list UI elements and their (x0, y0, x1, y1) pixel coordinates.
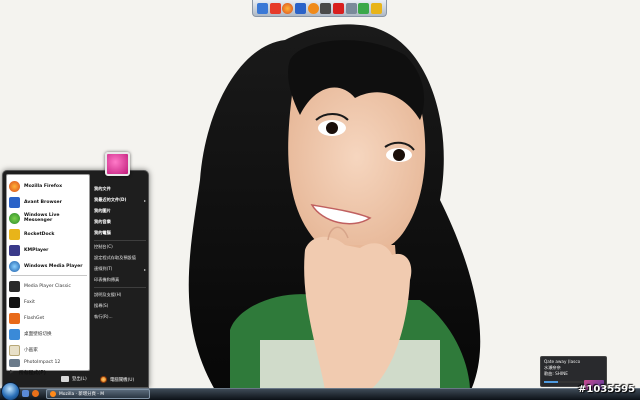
program-label: PhotoImpact 12 (24, 360, 61, 365)
place-my-documents[interactable]: 我的文件 (94, 185, 146, 193)
program-label: Mozilla Firefox (24, 183, 63, 189)
program-foxit[interactable]: Foxit (9, 294, 89, 310)
place-search[interactable]: 搜尋(S) (94, 302, 146, 310)
program-label: Windows Live Messenger (24, 213, 60, 223)
mpc-icon (9, 280, 20, 292)
place-label: 設定程式存取及預設值 (94, 255, 136, 260)
rocketdock-icon (9, 228, 20, 240)
notes-icon[interactable] (269, 2, 281, 14)
chevron-right-icon: ▸ (143, 197, 146, 203)
photoimpact-icon (9, 358, 20, 367)
arrow-right-icon: ▶ (10, 369, 14, 375)
place-label: 連線到(T) (94, 266, 113, 271)
program-flashget[interactable]: FlashGet (9, 310, 89, 326)
chevron-right-icon: ▸ (143, 266, 146, 272)
place-control-panel[interactable]: 控制台(C) (94, 243, 146, 251)
watermark: #1035595 (578, 384, 636, 395)
place-run[interactable]: 執行(R)... (94, 313, 146, 321)
program-media-player[interactable]: Windows Media Player (9, 258, 89, 274)
acrobat-icon[interactable] (332, 2, 344, 14)
program-label: Windows Media Player (24, 263, 83, 269)
avant-icon[interactable] (294, 2, 306, 14)
programs-pane: Mozilla Firefox Avant Browser Windows Li… (6, 174, 90, 376)
rocket-icon[interactable] (371, 2, 383, 14)
place-my-music[interactable]: 我的音樂 (94, 218, 146, 226)
power-icon (100, 376, 107, 383)
shutdown-label: 電腦關機(U) (110, 377, 135, 383)
taskbar-button-firefox[interactable]: Mozilla · 新增分頁 - M (46, 389, 150, 399)
wallpaper-icon (9, 328, 20, 340)
browser-icon[interactable] (307, 2, 319, 14)
user-avatar[interactable] (105, 152, 130, 176)
place-label: 我的圖片 (94, 208, 111, 213)
logoff-button[interactable]: 登出(L) (61, 376, 87, 382)
program-rocketdock[interactable]: RocketDock (9, 226, 89, 242)
all-programs-label: 所有程式(P) (18, 370, 46, 376)
places-divider (94, 240, 146, 241)
gadget-icon[interactable] (345, 2, 357, 14)
song-line: 歌曲: SHINE (544, 371, 568, 376)
avant-browser-icon (9, 196, 20, 208)
place-label: 控制台(C) (94, 244, 113, 249)
firefox-icon[interactable] (32, 390, 39, 397)
foxit-icon (9, 296, 20, 308)
firefox-icon[interactable] (282, 2, 294, 14)
program-firefox[interactable]: Mozilla Firefox (9, 178, 89, 194)
messenger-icon (9, 212, 20, 224)
logoff-icon (61, 376, 69, 382)
program-avant-browser[interactable]: Avant Browser (9, 194, 89, 210)
program-mpc[interactable]: Media Player Classic (9, 278, 89, 294)
shutdown-button[interactable]: 電腦關機(U) (100, 376, 134, 383)
place-label: 我的音樂 (94, 219, 111, 224)
photo-icon[interactable] (358, 2, 370, 14)
place-label: 搜尋(S) (94, 303, 109, 308)
program-wallpaper[interactable]: 桌面壁纸切换 (9, 326, 89, 342)
all-programs-button[interactable]: ▶ 所有程式(P) (10, 368, 88, 376)
place-program-access[interactable]: 設定程式存取及預設值 (94, 254, 146, 262)
program-kmplayer[interactable]: KMPlayer (9, 242, 89, 258)
place-my-pictures[interactable]: 我的圖片 (94, 207, 146, 215)
place-label: 我最近的文件(D) (94, 197, 127, 202)
task-label: Mozilla · 新增分頁 - M (59, 392, 105, 397)
program-label: 桌面壁纸切换 (24, 332, 52, 337)
logoff-label: 登出(L) (72, 377, 87, 382)
flashget-icon (9, 312, 20, 324)
place-label: 說明及支援(H) (94, 292, 122, 297)
firefox-icon (50, 391, 56, 397)
place-my-computer[interactable]: 我的電腦 (94, 229, 146, 237)
place-label: 我的文件 (94, 186, 111, 191)
start-button[interactable] (1, 382, 20, 400)
show-desktop-icon[interactable] (22, 390, 29, 397)
kmplayer-icon (9, 244, 20, 256)
places-divider (94, 287, 146, 288)
place-label: 我的電腦 (94, 230, 111, 235)
place-label: 印表機和傳真 (94, 277, 120, 282)
program-label: KMPlayer (24, 247, 49, 253)
finder-icon[interactable] (256, 2, 268, 14)
firefox-icon (9, 180, 20, 192)
program-messenger[interactable]: Windows Live Messenger (9, 210, 89, 226)
place-printers[interactable]: 印表機和傳真 (94, 276, 146, 284)
program-paint[interactable]: 小画家 (9, 342, 89, 358)
tool-icon[interactable] (320, 2, 332, 14)
program-label: Foxit (24, 299, 35, 305)
place-help[interactable]: 說明及支援(H) (94, 291, 146, 299)
start-menu: Mozilla Firefox Avant Browser Windows Li… (2, 170, 149, 388)
top-dock (252, 0, 387, 17)
program-label: 小画家 (24, 348, 38, 353)
program-label: FlashGet (24, 315, 45, 321)
program-label: Media Player Classic (24, 283, 71, 289)
program-photoimpact[interactable]: PhotoImpact 12 (9, 358, 89, 367)
menu-divider (11, 275, 87, 276)
place-connect-to[interactable]: 連線到(T) ▸ (94, 265, 146, 273)
place-recent-documents[interactable]: 我最近的文件(D) ▸ (94, 196, 146, 204)
program-label: Avant Browser (24, 199, 62, 205)
track-progress-fill (544, 381, 558, 383)
place-label: 執行(R)... (94, 314, 113, 319)
program-label: RocketDock (24, 231, 55, 237)
paint-icon (9, 344, 20, 356)
media-player-icon (9, 260, 20, 272)
quick-launch (22, 390, 39, 397)
